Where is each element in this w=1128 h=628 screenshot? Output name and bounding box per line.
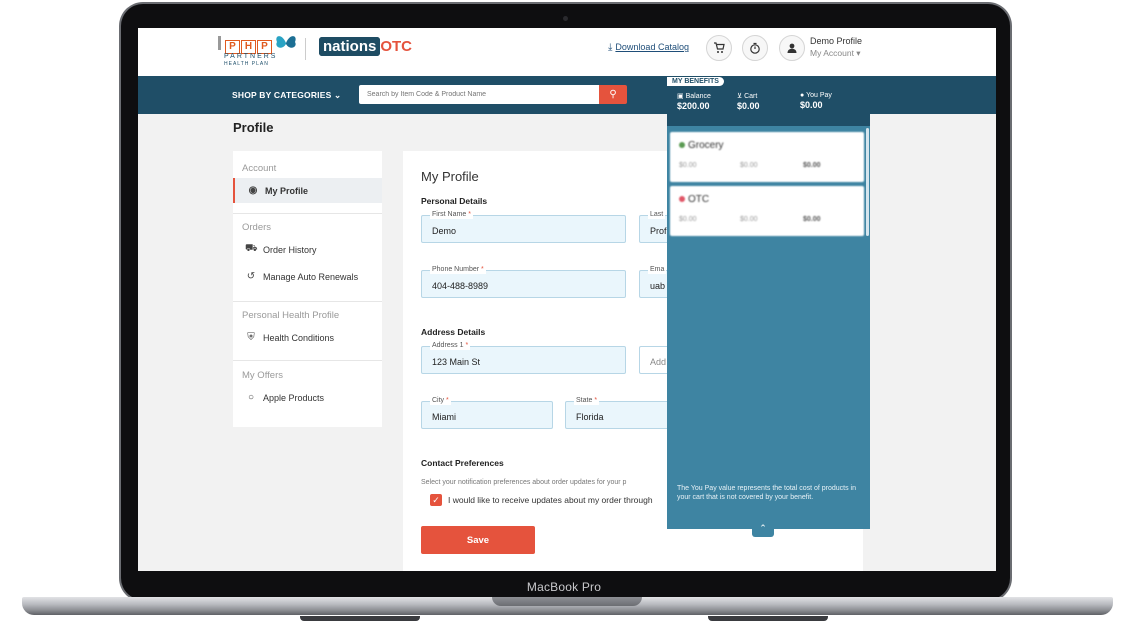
truck-icon: ⛟ [245, 243, 258, 254]
brand-line-2: HEALTH PLAN [224, 61, 269, 67]
sidebar-item-apple-products[interactable]: ○ Apple Products [233, 385, 382, 410]
php-logo[interactable]: PHP [218, 36, 273, 54]
check-icon: ✓ [432, 495, 440, 505]
butterfly-icon [276, 36, 296, 48]
address-1-field[interactable]: Address 1 * 123 Main St [421, 342, 626, 374]
first-name-field[interactable]: First Name * Demo [421, 211, 626, 243]
benefits-scrollbar[interactable] [866, 128, 869, 236]
address-details-heading: Address Details [421, 327, 486, 337]
laptop-notch [492, 597, 642, 606]
shield-icon: ⛨ [247, 332, 255, 343]
save-button[interactable]: Save [421, 526, 535, 554]
sidebar-section-offers: My Offers [242, 370, 283, 381]
nations-otc-logo[interactable]: nations OTC [319, 37, 412, 56]
wallet-icon: ▣ [677, 93, 684, 100]
contact-note: Select your notification preferences abo… [421, 479, 627, 486]
you-pay-footnote: The You Pay value represents the total c… [677, 485, 856, 501]
benefit-card-grocery[interactable]: Grocery $0.00 $0.00 $0.00 [670, 132, 864, 182]
sidebar-item-health-conditions[interactable]: ⛨ Health Conditions [233, 325, 382, 350]
user-circle-icon: ◉ [248, 185, 258, 196]
sidebar-item-my-profile[interactable]: ◉ My Profile [233, 178, 382, 203]
timer-icon [750, 42, 760, 54]
search-input[interactable] [359, 85, 599, 104]
order-updates-checkbox[interactable]: ✓ [430, 494, 442, 506]
page-title: Profile [233, 120, 274, 135]
laptop-foot [708, 616, 828, 621]
order-updates-label: I would like to receive updates about my… [448, 495, 653, 505]
phone-number-field[interactable]: Phone Number * 404-488-8989 [421, 266, 626, 298]
user-icon [787, 43, 797, 53]
logo-divider [305, 38, 306, 60]
download-catalog-link[interactable]: ⤓ Download Catalog [608, 42, 689, 53]
you-pay-summary: ● You Pay $0.00 [800, 92, 832, 110]
shop-by-categories-menu[interactable]: SHOP BY CATEGORIES ⌄ [232, 90, 341, 101]
profile-heading: My Profile [421, 169, 479, 184]
profile-name[interactable]: Demo Profile [810, 36, 862, 46]
collapse-benefits-button[interactable]: ⌃ [752, 522, 774, 537]
cart-icon: ⊻ [737, 93, 743, 100]
top-header: PHP PARTNERS HEALTH PLAN nations OTC ⤓ Dow… [138, 28, 996, 76]
my-account-dropdown[interactable]: My Account ▾ [810, 48, 861, 59]
sidebar-divider [233, 301, 382, 302]
sidebar-divider [233, 213, 382, 214]
sidebar-divider [233, 360, 382, 361]
info-icon: ● [800, 92, 805, 99]
cart-button[interactable] [706, 35, 732, 61]
status-dot [679, 142, 685, 148]
timer-button[interactable] [742, 35, 768, 61]
search-button[interactable]: ⚲ [599, 85, 627, 104]
my-benefits-tag: MY BENEFITS [667, 77, 724, 86]
apple-icon: ○ [247, 392, 255, 403]
account-sidebar: Account ◉ My Profile Orders ⛟ Order Histor… [233, 151, 382, 427]
status-dot [679, 196, 685, 202]
benefit-card-otc[interactable]: OTC $0.00 $0.00 $0.00 [670, 186, 864, 236]
device-label: MacBook Pro [526, 580, 602, 594]
cart-icon [714, 42, 725, 53]
personal-details-heading: Personal Details [421, 196, 488, 206]
download-icon: ⤓ [608, 42, 613, 53]
sidebar-item-auto-renewals[interactable]: ↺ Manage Auto Renewals [233, 264, 382, 289]
search-icon: ⚲ [609, 89, 617, 100]
history-icon: ↺ [246, 271, 256, 282]
user-avatar-button[interactable] [779, 35, 805, 61]
contact-preferences-heading: Contact Preferences [421, 458, 504, 468]
balance-summary: ▣ Balance $200.00 [677, 93, 711, 111]
chevron-up-icon: ⌃ [759, 523, 767, 533]
laptop-foot [300, 616, 420, 621]
brand-line-1: PARTNERS [224, 53, 278, 60]
cart-summary: ⊻ Cart $0.00 [737, 93, 760, 111]
sidebar-section-account: Account [242, 163, 277, 174]
benefits-summary: MY BENEFITS ▣ Balance $200.00 ⊻ Cart $0.… [667, 76, 870, 126]
sidebar-section-orders: Orders [242, 222, 272, 233]
sidebar-section-health: Personal Health Profile [242, 310, 340, 321]
screen: PHP PARTNERS HEALTH PLAN nations OTC ⤓ Dow… [138, 28, 996, 571]
sidebar-item-order-history[interactable]: ⛟ Order History [233, 237, 382, 262]
my-benefits-panel: MY BENEFITS ▣ Balance $200.00 ⊻ Cart $0.… [667, 76, 870, 529]
city-field[interactable]: City * Miami [421, 397, 553, 429]
camera [563, 16, 568, 21]
